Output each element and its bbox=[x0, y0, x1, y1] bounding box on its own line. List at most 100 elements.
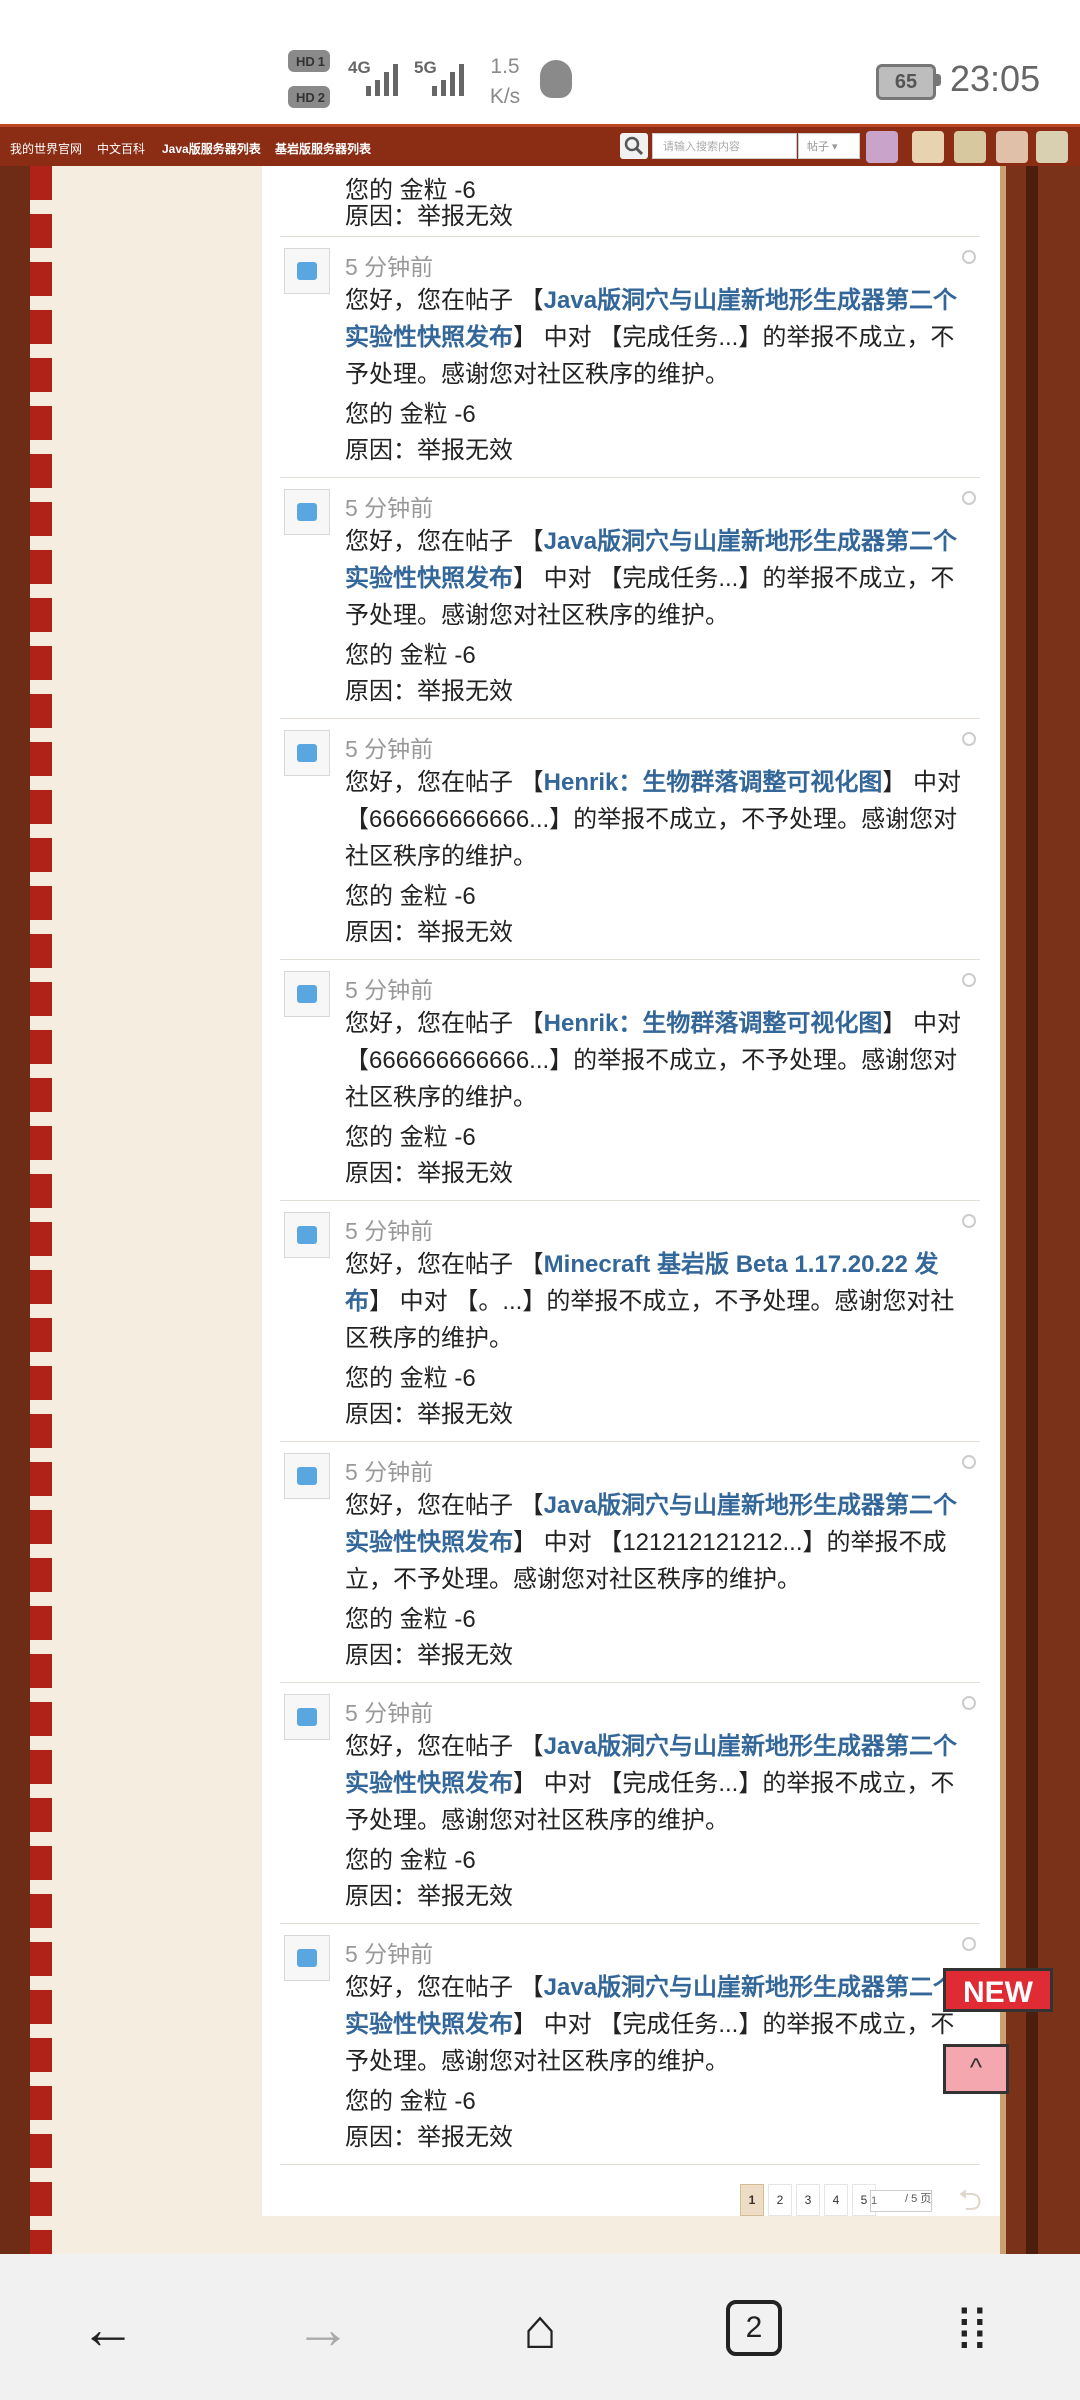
page-2[interactable]: 2 bbox=[768, 2184, 792, 2216]
messages-icon[interactable] bbox=[912, 131, 944, 163]
new-badge[interactable]: NEW bbox=[943, 1968, 1053, 2012]
page-total: / 5 页 bbox=[905, 2193, 932, 2205]
page-3[interactable]: 3 bbox=[796, 2184, 820, 2216]
notice-time: 5 分钟前 bbox=[345, 736, 434, 762]
notice-gold: 您的 金粒 -6 bbox=[345, 1606, 476, 1633]
home-button[interactable]: ⌂ bbox=[500, 2294, 580, 2364]
delete-icon[interactable] bbox=[962, 973, 976, 987]
notice-reason: 原因：举报无效 bbox=[345, 2124, 513, 2151]
nav-link-bedrock-servers[interactable]: 基岩版服务器列表 bbox=[275, 140, 371, 157]
site-nav: 我的世界官网 中文百科 Java版服务器列表 基岩版服务器列表 请输入搜索内容 … bbox=[0, 124, 1080, 169]
network-speed: 1.5 K/s bbox=[489, 55, 521, 108]
notice-gold: 您的 金粒 -6 bbox=[345, 1124, 476, 1151]
notice-body: 您好，您在帖子 【Java版洞穴与山崖新地形生成器第二个实验性快照发布】 中对 … bbox=[345, 1492, 958, 1593]
notice-reason: 原因：举报无效 bbox=[345, 919, 513, 946]
hd2-indicator: HD 2 bbox=[288, 86, 331, 108]
page-4[interactable]: 4 bbox=[824, 2184, 848, 2216]
hd1-indicator: HD 1 bbox=[288, 50, 331, 72]
notice-reason: 原因：举报无效 bbox=[345, 203, 513, 230]
tasks-icon[interactable] bbox=[954, 131, 986, 163]
nav-link-wiki[interactable]: 中文百科 bbox=[97, 140, 145, 157]
search-input[interactable]: 请输入搜索内容 bbox=[652, 133, 797, 159]
settings-icon[interactable] bbox=[1036, 131, 1068, 163]
notice-time: 5 分钟前 bbox=[345, 1700, 434, 1726]
battery-icon: 65 bbox=[876, 64, 936, 100]
list-item: 5 分钟前您好，您在帖子 【Henrik：生物群落调整可视化图】 中对 【666… bbox=[280, 959, 980, 1201]
tabs-button[interactable]: 2 bbox=[726, 2300, 782, 2356]
delete-icon[interactable] bbox=[962, 1214, 976, 1228]
nav-link-java-servers[interactable]: Java版服务器列表 bbox=[162, 140, 261, 157]
return-arrow-icon[interactable]: ⮌ bbox=[944, 2184, 996, 2218]
notice-time: 5 分钟前 bbox=[345, 1459, 434, 1485]
notice-time: 5 分钟前 bbox=[345, 495, 434, 521]
notice-icon bbox=[284, 730, 330, 776]
signal-5g-icon bbox=[432, 62, 464, 96]
delete-icon[interactable] bbox=[962, 1455, 976, 1469]
notice-body: 您好，您在帖子 【Henrik：生物群落调整可视化图】 中对 【66666666… bbox=[345, 769, 962, 870]
notice-reason: 原因：举报无效 bbox=[345, 437, 513, 464]
notice-reason: 原因：举报无效 bbox=[345, 1401, 513, 1428]
notice-gold: 您的 金粒 -6 bbox=[345, 401, 476, 428]
notice-body: 您好，您在帖子 【Java版洞穴与山崖新地形生成器第二个实验性快照发布】 中对 … bbox=[345, 1974, 958, 2075]
list-item: 5 分钟前您好，您在帖子 【Java版洞穴与山崖新地形生成器第二个实验性快照发布… bbox=[280, 1441, 980, 1683]
notice-reason: 原因：举报无效 bbox=[345, 1160, 513, 1187]
notice-icon bbox=[284, 489, 330, 535]
thread-link[interactable]: Henrik：生物群落调整可视化图 bbox=[544, 1010, 883, 1037]
notice-time: 5 分钟前 bbox=[345, 1218, 434, 1244]
nav-link-official[interactable]: 我的世界官网 bbox=[10, 140, 82, 157]
signal-4g-icon bbox=[366, 62, 398, 96]
notice-gold: 您的 金粒 -6 bbox=[345, 1365, 476, 1392]
page-1[interactable]: 1 bbox=[740, 2184, 764, 2216]
delete-icon[interactable] bbox=[962, 491, 976, 505]
notice-gold: 您的 金粒 -6 bbox=[345, 1847, 476, 1874]
notice-icon bbox=[284, 1694, 330, 1740]
notice-time: 5 分钟前 bbox=[345, 977, 434, 1003]
browser-bottom-nav: ← → ⌂ 2 ⁞⁞ bbox=[0, 2254, 1080, 2400]
clock: 23:05 bbox=[950, 58, 1041, 99]
list-item: 5 分钟前您好，您在帖子 【Java版洞穴与山崖新地形生成器第二个实验性快照发布… bbox=[280, 477, 980, 719]
delete-icon[interactable] bbox=[962, 732, 976, 746]
notice-icon bbox=[284, 971, 330, 1017]
list-item: 您的 金粒 -6 原因：举报无效 bbox=[280, 166, 980, 237]
list-item: 5 分钟前您好，您在帖子 【Java版洞穴与山崖新地形生成器第二个实验性快照发布… bbox=[280, 1923, 980, 2165]
menu-button[interactable]: ⁞⁞ bbox=[932, 2294, 1012, 2364]
notice-body: 您好，您在帖子 【Henrik：生物群落调整可视化图】 中对 【66666666… bbox=[345, 1010, 962, 1111]
notice-gold: 您的 金粒 -6 bbox=[345, 883, 476, 910]
forward-button[interactable]: → bbox=[283, 2294, 363, 2364]
notice-reason: 原因：举报无效 bbox=[345, 1883, 513, 1910]
notice-icon bbox=[284, 248, 330, 294]
pagination: 1 2 3 4 5 bbox=[740, 2184, 876, 2216]
list-item: 5 分钟前您好，您在帖子 【Henrik：生物群落调整可视化图】 中对 【666… bbox=[280, 718, 980, 960]
avatar[interactable] bbox=[866, 131, 898, 163]
search-type-select[interactable]: 帖子 ▾ bbox=[798, 133, 860, 159]
search-icon[interactable] bbox=[620, 133, 648, 159]
notice-gold: 您的 金粒 -6 bbox=[345, 2088, 476, 2115]
list-item: 5 分钟前您好，您在帖子 【Java版洞穴与山崖新地形生成器第二个实验性快照发布… bbox=[280, 236, 980, 478]
qq-icon bbox=[540, 60, 572, 98]
notice-reason: 原因：举报无效 bbox=[345, 678, 513, 705]
list-item: 5 分钟前您好，您在帖子 【Minecraft 基岩版 Beta 1.17.20… bbox=[280, 1200, 980, 1442]
notice-time: 5 分钟前 bbox=[345, 1941, 434, 1967]
notifications-icon[interactable] bbox=[996, 131, 1028, 163]
left-border bbox=[0, 166, 30, 2254]
notice-icon bbox=[284, 1935, 330, 1981]
notice-gold: 您的 金粒 -6 bbox=[345, 642, 476, 669]
notice-icon bbox=[284, 1453, 330, 1499]
notice-time: 5 分钟前 bbox=[345, 254, 434, 280]
thread-link[interactable]: Henrik：生物群落调整可视化图 bbox=[544, 769, 883, 796]
notice-body: 您好，您在帖子 【Minecraft 基岩版 Beta 1.17.20.22 发… bbox=[345, 1251, 955, 1352]
notice-icon bbox=[284, 1212, 330, 1258]
notice-reason: 原因：举报无效 bbox=[345, 1642, 513, 1669]
right-frame bbox=[1000, 166, 1080, 2254]
status-bar: HD 1 HD 2 4G 5G 1.5 K/s 65 23:05 bbox=[0, 0, 1080, 124]
delete-icon[interactable] bbox=[962, 1937, 976, 1951]
delete-icon[interactable] bbox=[962, 250, 976, 264]
back-button[interactable]: ← bbox=[68, 2294, 148, 2364]
notice-body: 您好，您在帖子 【Java版洞穴与山崖新地形生成器第二个实验性快照发布】 中对 … bbox=[345, 287, 958, 388]
notice-body: 您好，您在帖子 【Java版洞穴与山崖新地形生成器第二个实验性快照发布】 中对 … bbox=[345, 1733, 958, 1834]
notice-body: 您好，您在帖子 【Java版洞穴与山崖新地形生成器第二个实验性快照发布】 中对 … bbox=[345, 528, 958, 629]
battery-tip bbox=[936, 74, 941, 86]
list-item: 5 分钟前您好，您在帖子 【Java版洞穴与山崖新地形生成器第二个实验性快照发布… bbox=[280, 1682, 980, 1924]
back-to-top-button[interactable]: ^ bbox=[943, 2044, 1009, 2094]
delete-icon[interactable] bbox=[962, 1696, 976, 1710]
